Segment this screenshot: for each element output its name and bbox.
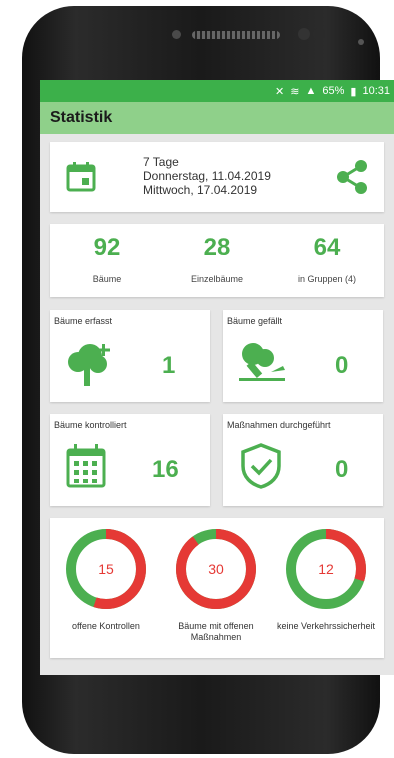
tile-baeume-gefaellt[interactable]: Bäume gefällt 0 — [223, 310, 383, 402]
stat-einzelbaeume: 28 Einzelbäume — [162, 234, 272, 284]
ring-offene-kontrollen[interactable]: 15 offene Kontrollen — [56, 526, 156, 632]
ring-value: 15 — [98, 561, 114, 577]
tile-value: 1 — [162, 352, 176, 379]
stat-label: Einzelbäume — [190, 274, 244, 284]
status-bar: ✕ ≋ ▲ 65% ▮ 10:31 — [40, 80, 394, 102]
ring-label: keine Verkehrssicherheit — [276, 621, 376, 631]
period-start: Donnerstag, 11.04.2019 — [143, 169, 271, 183]
signal-icon: ▲ — [305, 85, 317, 97]
app-screen: ✕ ≋ ▲ 65% ▮ 10:31 Statistik 7 Tage Donne… — [40, 80, 394, 675]
stat-label: in Gruppen (4) — [297, 274, 357, 284]
ring-label: offene Kontrollen — [72, 621, 140, 631]
tile-value: 16 — [152, 456, 179, 483]
front-camera — [172, 30, 181, 39]
stat-label: Bäume — [92, 274, 122, 284]
open-items-card: 15 offene Kontrollen 30 Bäume mit offene… — [50, 518, 384, 658]
period-card[interactable]: 7 Tage Donnerstag, 11.04.2019 Mittwoch, … — [50, 142, 384, 212]
wifi-icon: ≋ — [290, 85, 300, 98]
clock: 10:31 — [362, 85, 390, 97]
ring-keine-verkehrssicherheit[interactable]: 12 keine Verkehrssicherheit — [276, 526, 376, 632]
share-icon[interactable] — [336, 160, 368, 194]
tile-massnahmen-durchgefuehrt[interactable]: Maßnahmen durchgeführt 0 — [223, 414, 383, 506]
mute-icon: ✕ — [275, 85, 285, 98]
stat-value: 64 — [313, 234, 341, 261]
period-label: 7 Tage — [143, 155, 179, 169]
period-text: 7 Tage Donnerstag, 11.04.2019 Mittwoch, … — [143, 155, 271, 197]
tile-value: 0 — [335, 456, 349, 483]
battery-level: 65% — [322, 85, 345, 97]
earpiece-speaker — [192, 31, 280, 39]
tile-baeume-erfasst[interactable]: Bäume erfasst 1 — [50, 310, 210, 402]
felled-tree-icon — [239, 343, 285, 381]
ring-label: Bäume mit offenen Maßnahmen — [178, 621, 254, 642]
period-end: Mittwoch, 17.04.2019 — [143, 183, 258, 197]
donut-chart: 12 — [286, 529, 366, 609]
tile-value: 0 — [335, 352, 349, 379]
shield-check-icon — [241, 443, 281, 489]
tile-label: Bäume gefällt — [227, 316, 283, 326]
tree-count-card: 92 Bäume 28 Einzelbäume 64 in Gruppen (4… — [50, 224, 384, 297]
notification-led — [358, 39, 364, 45]
tile-baeume-kontrolliert[interactable]: Bäume kontrolliert 16 — [50, 414, 210, 506]
donut-chart: 30 — [176, 529, 256, 609]
battery-icon: ▮ — [350, 85, 357, 98]
add-tree-icon — [68, 344, 110, 386]
light-sensor — [313, 28, 325, 40]
calendar-grid-icon — [66, 444, 106, 488]
ring-value: 30 — [208, 561, 224, 577]
app-bar: Statistik — [40, 102, 394, 134]
proximity-sensor — [298, 28, 310, 40]
tile-label: Maßnahmen durchgeführt — [227, 420, 331, 430]
tile-label: Bäume kontrolliert — [54, 420, 127, 430]
calendar-icon — [66, 162, 96, 192]
stat-gruppen: 64 in Gruppen (4) — [272, 234, 382, 284]
stat-baeume: 92 Bäume — [52, 234, 162, 284]
ring-value: 12 — [318, 561, 334, 577]
phone-bezel — [22, 6, 380, 86]
stat-value: 92 — [93, 234, 121, 261]
page-title: Statistik — [50, 109, 113, 126]
stat-value: 28 — [203, 234, 231, 261]
tile-label: Bäume erfasst — [54, 316, 113, 326]
ring-offene-massnahmen[interactable]: 30 Bäume mit offenen Maßnahmen — [166, 526, 266, 643]
donut-chart: 15 — [66, 529, 146, 609]
